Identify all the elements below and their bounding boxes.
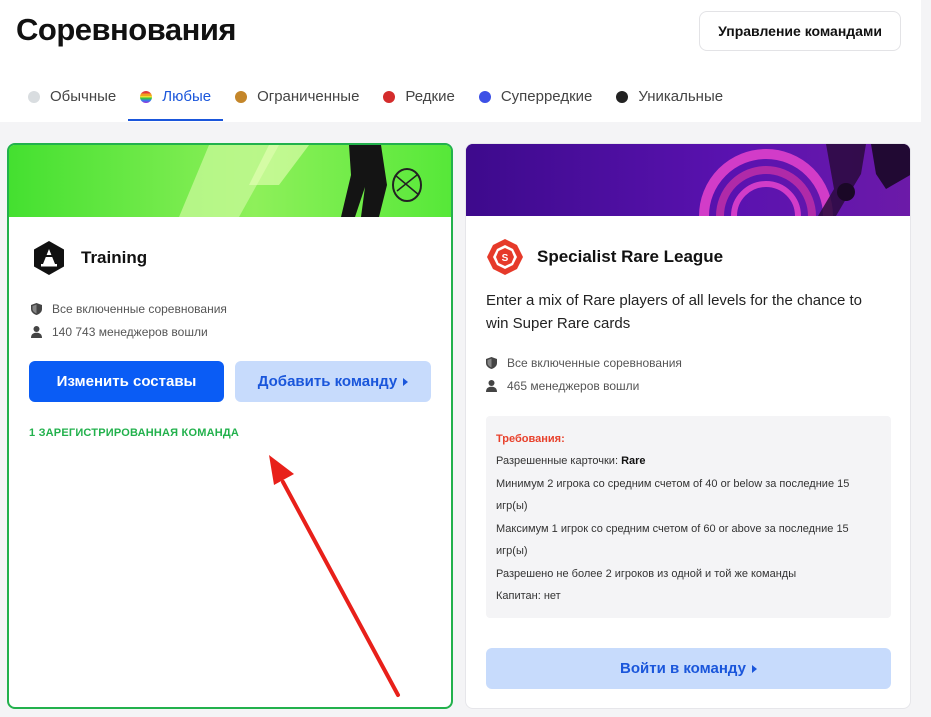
limited-dot-icon xyxy=(235,91,248,103)
rainbow-dot-icon xyxy=(140,91,153,103)
rare-dot-icon xyxy=(383,91,396,103)
unique-dot-icon xyxy=(616,91,629,103)
tab-label: Суперредкие xyxy=(500,88,593,105)
managers-text: 140 743 менеджеров вошли xyxy=(52,325,208,339)
caret-right-icon xyxy=(751,664,757,673)
rare-league-badge-icon: S xyxy=(487,239,523,275)
requirements-title: Требования: xyxy=(496,433,565,445)
tab-any[interactable]: Любые xyxy=(128,78,223,122)
training-banner-image xyxy=(9,145,451,217)
join-team-label: Войти в команду xyxy=(620,660,746,677)
requirement-max-players: Максимум 1 игрок со средним счетом of 60… xyxy=(496,522,849,558)
rarity-tabs: Обычные Любые Ограниченные Редкие Суперр… xyxy=(16,78,735,122)
cone-badge-icon xyxy=(34,241,64,275)
registered-teams-badge: 1 ЗАРЕГИСТРИРОВАННАЯ КОМАНДА xyxy=(29,427,240,439)
scope-text: Все включенные соревнования xyxy=(507,356,682,370)
tab-common[interactable]: Обычные xyxy=(16,78,128,122)
common-dot-icon xyxy=(28,91,40,103)
competition-scope: Все включенные соревнования xyxy=(486,356,682,370)
competition-managers: 140 743 менеджеров вошли xyxy=(31,325,208,339)
competition-header: S Specialist Rare League xyxy=(486,238,723,276)
shield-icon xyxy=(31,303,42,315)
add-team-button[interactable]: Добавить команду xyxy=(235,361,431,402)
allowed-cards-value: Rare xyxy=(621,455,646,467)
requirements-box: Требования: Разрешенные карточки: Rare М… xyxy=(486,416,891,618)
competition-card-training[interactable]: Training Все включенные соревнования 140… xyxy=(7,143,453,709)
requirement-min-players: Минимум 2 игрока со средним счетом of 40… xyxy=(496,477,850,513)
banner-art xyxy=(9,145,451,217)
tab-label: Уникальные xyxy=(638,88,724,105)
tab-label: Любые xyxy=(162,88,212,105)
user-icon xyxy=(31,326,42,338)
tab-super-rare[interactable]: Суперредкие xyxy=(467,78,605,122)
user-icon xyxy=(486,380,497,392)
tab-unique[interactable]: Уникальные xyxy=(604,78,735,122)
tab-label: Обычные xyxy=(50,88,117,105)
competition-card-specialist-rare[interactable]: S Specialist Rare League Enter a mix of … xyxy=(465,143,911,709)
super-rare-dot-icon xyxy=(478,91,491,103)
manage-teams-button[interactable]: Управление командами xyxy=(699,11,901,51)
page-title: Соревнования xyxy=(16,12,236,47)
competition-scope: Все включенные соревнования xyxy=(31,302,227,316)
allowed-cards-label: Разрешенные карточки: xyxy=(496,455,622,467)
tab-rare[interactable]: Редкие xyxy=(371,78,466,122)
tab-label: Редкие xyxy=(405,88,455,105)
page-header: Соревнования Управление командами Обычны… xyxy=(0,0,921,122)
competition-name: Training xyxy=(81,248,148,267)
svg-text:S: S xyxy=(502,253,509,264)
tab-limited[interactable]: Ограниченные xyxy=(223,78,371,122)
tab-label: Ограниченные xyxy=(257,88,360,105)
competition-description: Enter a mix of Rare players of all level… xyxy=(486,292,863,332)
competition-managers: 465 менеджеров вошли xyxy=(486,379,639,393)
banner-art xyxy=(466,144,910,216)
add-team-label: Добавить команду xyxy=(257,373,398,390)
requirement-allowed-cards: Разрешенные карточки: Rare xyxy=(496,450,881,473)
shield-icon xyxy=(486,357,497,369)
managers-text: 465 менеджеров вошли xyxy=(507,379,640,393)
requirement-same-team: Разрешено не более 2 игроков из одной и … xyxy=(496,567,797,580)
requirement-captain: Капитан: нет xyxy=(496,590,561,602)
scope-text: Все включенные соревнования xyxy=(52,302,227,316)
competition-header: Training xyxy=(31,240,147,276)
join-team-button[interactable]: Войти в команду xyxy=(486,648,891,689)
caret-right-icon xyxy=(403,377,409,386)
rare-league-banner-image xyxy=(466,144,910,216)
edit-lineups-button[interactable]: Изменить составы xyxy=(29,361,224,402)
competition-name: Specialist Rare League xyxy=(537,247,724,266)
